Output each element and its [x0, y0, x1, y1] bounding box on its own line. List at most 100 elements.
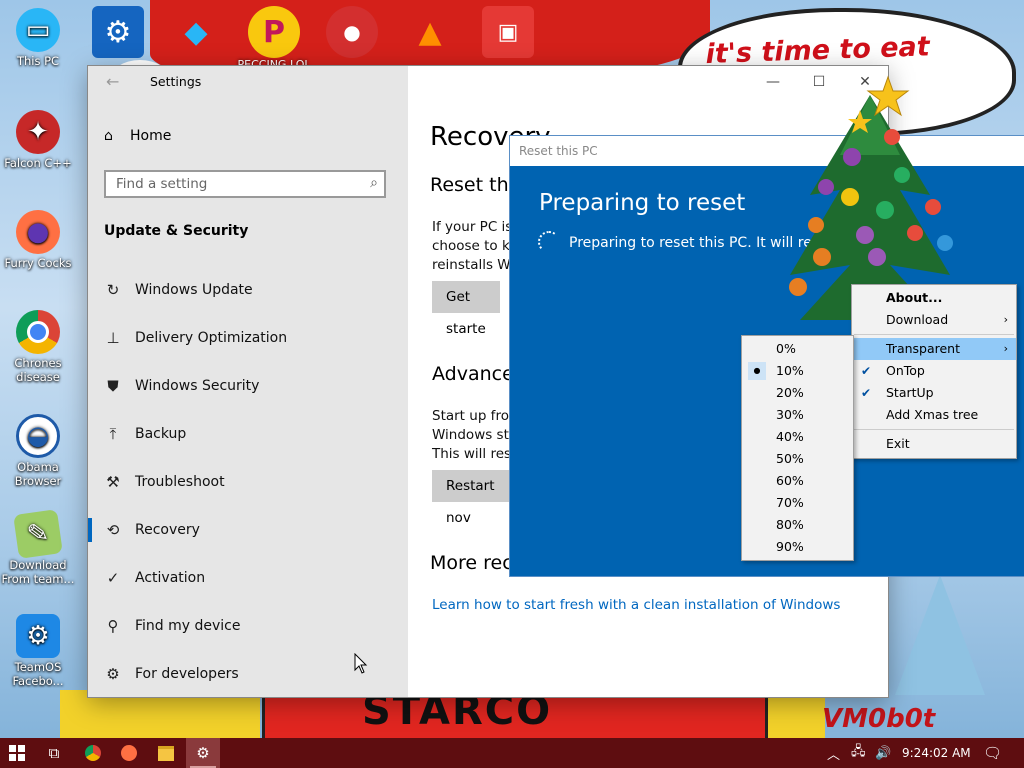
top-desktop-icon-vlc[interactable]: ▲ — [404, 6, 456, 58]
start-button[interactable] — [0, 738, 34, 768]
desktop-icon-chrome[interactable]: Chrones disease — [0, 310, 76, 384]
tray-network[interactable]: 🖧 — [851, 738, 866, 768]
spinner-icon — [538, 231, 560, 253]
opacity-option-40[interactable]: 40% — [742, 426, 853, 448]
settings-nav: ↻ Windows Update ⊥ Delivery Optimization ⛊… — [88, 266, 408, 698]
firefox-icon: ● — [16, 210, 60, 254]
taskbar-clock[interactable]: 9:24:02 AM — [902, 746, 971, 760]
top-desktop-icon-youtube[interactable]: ● — [326, 6, 378, 58]
window-title: Settings — [150, 74, 202, 89]
taskbar-settings[interactable]: ⚙ — [186, 738, 220, 768]
nav-home[interactable]: ⌂ Home — [104, 128, 171, 144]
nav-item-label: Activation — [135, 570, 206, 586]
checkmark-icon: ✔ — [861, 364, 872, 378]
advanced-text-line-1: Start up from — [432, 408, 523, 424]
menu-item-label: Add Xmas tree — [886, 407, 979, 422]
chevron-up-icon: ︿ — [827, 747, 841, 763]
desktop-icon-this-pc[interactable]: ▭ This PC — [0, 8, 76, 68]
opacity-option-0[interactable]: 0% — [742, 338, 853, 360]
get-started-button[interactable]: Get starte — [432, 281, 500, 337]
option-label: 80% — [776, 517, 804, 532]
chevron-right-icon: › — [1003, 313, 1008, 326]
ornament — [843, 148, 861, 166]
nav-item-find-my-device[interactable]: ⚲ Find my device — [88, 602, 408, 650]
ornament — [818, 179, 834, 195]
ornament — [907, 225, 923, 241]
nav-home-label: Home — [130, 128, 172, 144]
menu-item-label: OnTop — [886, 363, 925, 378]
more-heading: More rec — [430, 552, 513, 574]
nav-item-activation[interactable]: ✓ Activation — [88, 554, 408, 602]
opacity-option-20[interactable]: 20% — [742, 382, 853, 404]
nav-item-windows-security[interactable]: ⛊ Windows Security — [88, 362, 408, 410]
menu-item-exit[interactable]: Exit — [852, 433, 1016, 455]
menu-item-startup[interactable]: ✔ StartUp — [852, 382, 1016, 404]
option-label: 40% — [776, 429, 804, 444]
taskbar-file-explorer[interactable] — [149, 738, 183, 768]
taskbar-firefox[interactable] — [112, 738, 146, 768]
checkmark-icon: ✔ — [861, 386, 872, 400]
settings-search-input[interactable]: Find a setting ⌕ — [104, 170, 386, 198]
taskbar-chrome[interactable] — [76, 738, 110, 768]
opacity-option-10[interactable]: ● 10% — [742, 360, 853, 382]
opacity-option-30[interactable]: 30% — [742, 404, 853, 426]
restart-now-button[interactable]: Restart nov — [432, 470, 509, 526]
desktop-icon-label: This PC — [16, 54, 60, 68]
task-view-button[interactable]: ⧉ — [37, 738, 71, 768]
desktop-icon-firefox[interactable]: ● Furry Cocks — [0, 210, 76, 270]
volume-icon: 🔊 — [875, 745, 892, 761]
opacity-option-90[interactable]: 90% — [742, 536, 853, 558]
clean-install-link[interactable]: Learn how to start fresh with a clean in… — [432, 597, 840, 613]
ornament — [789, 278, 807, 296]
ornament — [894, 167, 910, 183]
backup-icon: ⤒ — [109, 425, 117, 443]
menu-item-download[interactable]: Download › — [852, 309, 1016, 331]
opacity-option-70[interactable]: 70% — [742, 492, 853, 514]
top-desktop-icon-diamond[interactable]: ◆ — [170, 6, 222, 58]
p-logo-icon: P — [263, 14, 285, 50]
tray-volume[interactable]: 🔊 — [875, 738, 891, 768]
back-arrow-icon[interactable]: ← — [106, 72, 119, 91]
top-desktop-icon-teamos[interactable]: ⚙ — [92, 6, 144, 58]
opacity-option-50[interactable]: 50% — [742, 448, 853, 470]
nav-item-troubleshoot[interactable]: ⚒ Troubleshoot — [88, 458, 408, 506]
transparency-submenu: 0% ● 10% 20% 30% 40% 50% 60% 70% 80% 90% — [741, 335, 854, 561]
desktop-icon-label: Chrones disease — [14, 356, 62, 384]
desktop-icon-obama-browser[interactable]: ◒ Obama Browser — [0, 414, 76, 488]
nav-item-backup[interactable]: ⤒ Backup — [88, 410, 408, 458]
option-label: 10% — [776, 363, 804, 378]
nav-item-label: Backup — [135, 426, 187, 442]
opacity-option-60[interactable]: 60% — [742, 470, 853, 492]
option-label: 90% — [776, 539, 804, 554]
desktop-icon-falcon[interactable]: ✦ Falcon C++ — [0, 110, 76, 170]
developer-icon: ⚙ — [106, 665, 120, 683]
menu-item-about[interactable]: About... — [852, 287, 1016, 309]
menu-item-add-xmas-tree[interactable]: Add Xmas tree — [852, 404, 1016, 426]
ornament — [841, 188, 859, 206]
gear-icon: ⚙ — [104, 14, 132, 50]
shield-icon: ⛊ — [107, 377, 119, 395]
advanced-text-line-2: Windows sta — [432, 427, 518, 443]
menu-item-transparent[interactable]: Transparent › — [852, 338, 1016, 360]
nav-item-windows-update[interactable]: ↻ Windows Update — [88, 266, 408, 314]
settings-titlebar[interactable]: ← Settings — ☐ ✕ — [88, 66, 888, 98]
reset-dialog-title: Reset this PC — [519, 144, 598, 158]
menu-item-ontop[interactable]: ✔ OnTop — [852, 360, 1016, 382]
top-desktop-icon-gift[interactable]: ▣ — [482, 6, 534, 58]
tray-chevron[interactable]: ︿ — [827, 738, 840, 768]
nav-item-label: Windows Update — [135, 282, 253, 298]
reset-dialog-heading: Preparing to reset — [539, 190, 746, 216]
action-center-button[interactable]: 🗨 — [983, 738, 1002, 768]
opacity-option-80[interactable]: 80% — [742, 514, 853, 536]
nav-item-recovery[interactable]: ⟲ Recovery — [88, 506, 408, 554]
option-label: 0% — [776, 341, 796, 356]
ornament — [937, 235, 953, 251]
menu-separator — [854, 429, 1014, 430]
nav-item-delivery-optimization[interactable]: ⊥ Delivery Optimization — [88, 314, 408, 362]
desktop-icon-download[interactable]: ✎ Download From team... — [0, 509, 76, 586]
top-desktop-icon-pecc[interactable]: P — [248, 6, 300, 58]
ornament — [856, 226, 874, 244]
notification-icon: 🗨 — [983, 744, 1003, 762]
advanced-heading: Advance — [432, 363, 514, 385]
desktop-icon-teamos-facebook[interactable]: ⚙ TeamOS Facebo... — [0, 614, 76, 688]
